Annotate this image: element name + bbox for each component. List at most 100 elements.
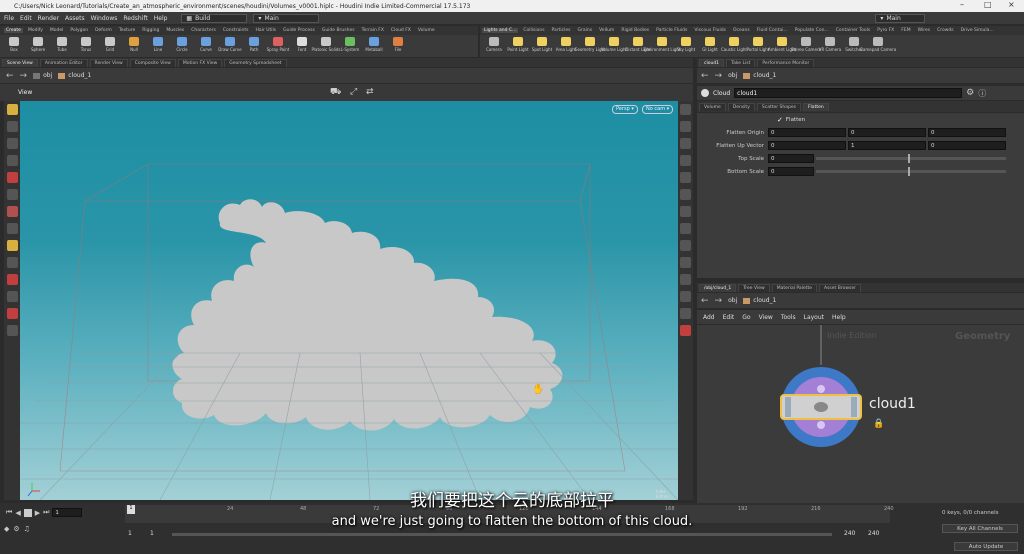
vis-icon[interactable]: [680, 274, 691, 285]
shelf-tab[interactable]: Crowds: [935, 28, 956, 33]
camera-menu[interactable]: No cam ▾: [642, 105, 674, 114]
shelf-tool[interactable]: Curve: [195, 36, 217, 52]
background-icon[interactable]: [680, 240, 691, 251]
flatten-up-x[interactable]: 0: [768, 141, 846, 150]
rotate-tool-icon[interactable]: [6, 138, 18, 149]
shelf-tool[interactable]: Torus: [75, 36, 97, 52]
params-tab[interactable]: Density: [727, 102, 755, 111]
range-start[interactable]: 1: [128, 530, 132, 537]
camera-tool-icon[interactable]: ⛟: [330, 87, 341, 98]
shelf-tab[interactable]: Collisions: [521, 28, 546, 33]
abc-icon[interactable]: [680, 308, 691, 319]
shelf-tab[interactable]: Rigid Bodies: [619, 28, 651, 33]
shelf-tool[interactable]: Camera: [483, 36, 505, 52]
top-scale-field[interactable]: 0: [768, 154, 814, 163]
shelf-tab[interactable]: Drive Simula...: [959, 28, 996, 33]
shelf-tool[interactable]: Stereo Camera: [791, 36, 821, 52]
range-start-2[interactable]: 1: [150, 530, 154, 537]
shelf-tool[interactable]: Geometry Light: [574, 36, 606, 52]
shelf-tab[interactable]: Constraints: [221, 28, 251, 33]
net-menu-help[interactable]: Help: [832, 314, 846, 321]
shelf-tool[interactable]: File: [387, 36, 409, 52]
gear-icon[interactable]: ⚙: [966, 88, 974, 98]
params-tab[interactable]: Flatten: [802, 102, 829, 111]
view-tool-icon[interactable]: [6, 206, 18, 217]
shelf-tab[interactable]: Deform: [93, 28, 114, 33]
shelf-tab[interactable]: Terrain FX: [360, 28, 386, 33]
shelf-tool[interactable]: Portal Light: [747, 36, 769, 52]
forward-arrow-icon[interactable]: →: [715, 71, 723, 81]
flatten-origin-x[interactable]: 0: [768, 128, 846, 137]
bottom-scale-field[interactable]: 0: [768, 167, 814, 176]
shelf-tab[interactable]: Model: [48, 28, 66, 33]
shelf-tab[interactable]: Wires: [916, 28, 932, 33]
node-name-field[interactable]: cloud1: [734, 88, 963, 98]
pose-tool-icon[interactable]: [6, 189, 18, 200]
point-display-icon[interactable]: [680, 189, 691, 200]
shelf-tool[interactable]: Font: [291, 36, 313, 52]
params-tab[interactable]: Scatter Shapes: [756, 102, 801, 111]
cursor-icon[interactable]: [6, 325, 18, 336]
pane-tab[interactable]: Geometry Spreadsheet: [224, 58, 287, 67]
network-tab[interactable]: Material Palette: [771, 283, 817, 292]
range-end-2[interactable]: 240: [868, 530, 879, 537]
slider-handle[interactable]: [908, 167, 910, 176]
pane-tab[interactable]: Composite View: [129, 58, 176, 67]
back-arrow-icon[interactable]: ←: [701, 71, 709, 81]
shelf-tool[interactable]: Gamepad Camera: [860, 36, 896, 52]
desktop-main-select[interactable]: ▾ Main: [253, 13, 320, 23]
shelf-tool[interactable]: Ambient Light: [768, 36, 796, 52]
scale-tool-icon[interactable]: [6, 155, 18, 166]
menu-edit[interactable]: Edit: [20, 15, 32, 22]
range-slider[interactable]: [172, 533, 832, 536]
shelf-tab[interactable]: Modify: [26, 28, 45, 33]
camera-icon[interactable]: [680, 223, 691, 234]
shelf-tool[interactable]: L-System: [339, 36, 361, 52]
network-editor[interactable]: Indie Edition Geometry cloud1 🔒: [697, 325, 1024, 503]
shelf-tool[interactable]: VR Camera: [819, 36, 841, 52]
shelf-tool[interactable]: Point Light: [507, 36, 529, 52]
forward-arrow-icon[interactable]: →: [715, 296, 723, 306]
shelf-tab[interactable]: Polygon: [68, 28, 90, 33]
shelf-tool[interactable]: GI Light: [699, 36, 721, 52]
shelf-tab[interactable]: Hair Utils: [254, 28, 279, 33]
shelf-tab[interactable]: Lights and C...: [482, 28, 519, 33]
minimize-icon[interactable]: –: [960, 0, 964, 9]
flatten-up-z[interactable]: 0: [928, 141, 1006, 150]
shelf-tab[interactable]: Viscous Fluids: [692, 28, 728, 33]
pane-tab[interactable]: cloud1: [699, 58, 725, 67]
breadcrumb-obj[interactable]: obj: [33, 72, 52, 79]
shelf-tool[interactable]: Environment Light: [644, 36, 680, 52]
shelf-tab[interactable]: Particle Fluids: [654, 28, 689, 33]
paint-tool-icon[interactable]: [6, 223, 18, 234]
forward-arrow-icon[interactable]: →: [20, 71, 28, 81]
range-end[interactable]: 240: [844, 530, 855, 537]
back-arrow-icon[interactable]: ←: [6, 71, 14, 81]
pane-tab[interactable]: Performance Monitor: [757, 58, 815, 67]
net-menu-add[interactable]: Add: [703, 314, 715, 321]
move-tool-icon[interactable]: [6, 121, 18, 132]
shelf-tab[interactable]: Guide Process: [281, 28, 317, 33]
lighting-icon[interactable]: [680, 155, 691, 166]
grid-toggle-icon[interactable]: [680, 257, 691, 268]
flatten-origin-z[interactable]: 0: [928, 128, 1006, 137]
menu-windows[interactable]: Windows: [91, 15, 118, 22]
shelf-tool[interactable]: Platonic Solids: [312, 36, 340, 52]
handle-tool-icon[interactable]: [6, 172, 18, 183]
menu-file[interactable]: File: [4, 15, 14, 22]
sync-icon[interactable]: ⇄: [366, 87, 374, 97]
net-menu-tools[interactable]: Tools: [781, 314, 796, 321]
shelf-tool[interactable]: Draw Curve: [218, 36, 242, 52]
flatten-origin-y[interactable]: 0: [848, 128, 926, 137]
ghost-icon[interactable]: [680, 172, 691, 183]
breadcrumb-node[interactable]: cloud_1: [743, 72, 776, 79]
shelf-tool[interactable]: Sky Light: [675, 36, 697, 52]
shelf-tool[interactable]: Grid: [99, 36, 121, 52]
params-tab[interactable]: Volume: [699, 102, 726, 111]
shelf-tab[interactable]: FEM: [899, 28, 912, 33]
grid-snap-icon[interactable]: [6, 291, 18, 302]
flatten-up-y[interactable]: 1: [848, 141, 926, 150]
pane-tab[interactable]: Animation Editor: [39, 58, 88, 67]
close-icon[interactable]: ×: [1008, 0, 1015, 9]
auto-update-button[interactable]: Auto Update: [954, 542, 1018, 551]
